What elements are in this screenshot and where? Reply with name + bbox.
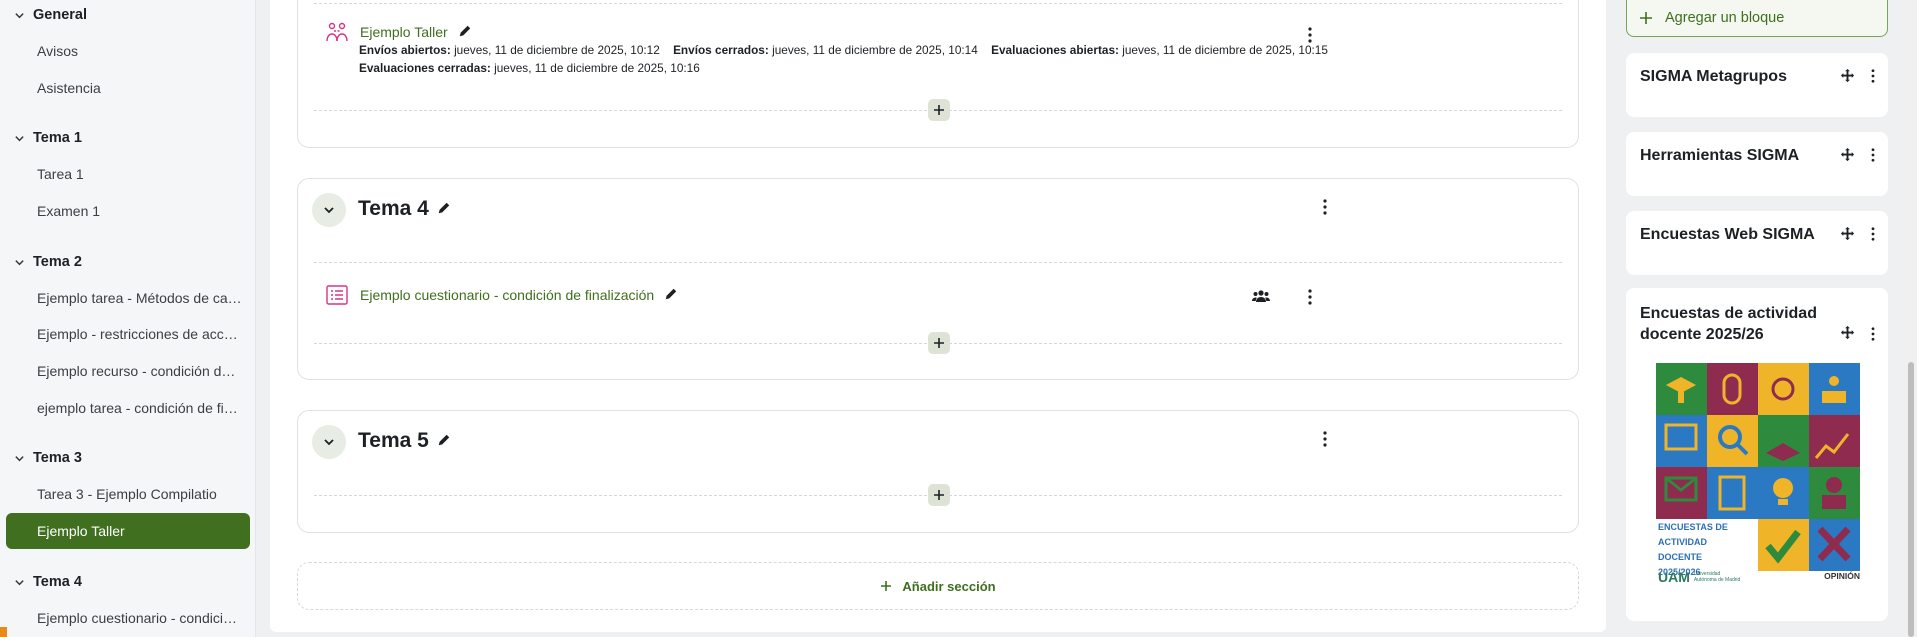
block-actions-menu-icon[interactable] [1864,223,1882,245]
course-index-item[interactable]: Ejemplo - restricciones de acceso [6,316,250,352]
page-scrollbar-thumb[interactable] [1908,362,1914,637]
course-index-item[interactable]: Ejemplo tarea - Métodos de calificación [6,280,250,316]
block-actions-menu-icon[interactable] [1864,323,1882,345]
block-herramientas-sigma: Herramientas SIGMA [1626,132,1888,196]
block-sigma-metagrupos: SIGMA Metagrupos [1626,53,1888,117]
move-icon[interactable] [1840,68,1856,84]
add-activity-button[interactable] [928,99,950,121]
edit-pencil-icon[interactable] [437,429,451,453]
block-actions-menu-icon[interactable] [1864,144,1882,166]
survey-poster-image[interactable]: ENCUESTAS DE ACTIVIDAD DOCENTE 2025/2026… [1656,363,1860,593]
chevron-down-icon[interactable] [14,133,25,144]
add-activity-button[interactable] [928,332,950,354]
edit-pencil-icon[interactable] [437,197,451,221]
activity-actions-menu-icon[interactable] [1301,24,1319,46]
block-title: Encuestas de actividad docente 2025/26 [1640,305,1817,343]
quiz-icon [324,282,350,308]
divider [314,262,1562,263]
course-index-item[interactable]: Avisos [6,33,250,69]
section-tema-4: Tema 4 Ejemplo cuestionario - condición … [297,178,1579,380]
edit-pencil-icon[interactable] [458,24,472,41]
course-index-item[interactable]: Tarea 1 [6,156,250,192]
section-title: Tema 5 [358,429,451,453]
drawer-corner-marker [0,627,7,637]
course-index-section-general[interactable]: General [14,4,87,26]
course-index-drawer: General Avisos Asistencia Tema 1 Tarea 1… [0,0,256,637]
course-index-item[interactable]: Asistencia [6,70,250,106]
course-index-section-tema-3[interactable]: Tema 3 [14,447,82,469]
move-icon[interactable] [1840,226,1856,242]
add-section-button[interactable]: Añadir sección [297,562,1579,610]
plus-icon [1640,12,1652,24]
course-index-item[interactable]: Ejemplo cuestionario - condición de fina… [6,600,250,636]
course-index-section-tema-4[interactable]: Tema 4 [14,571,82,593]
add-activity-button[interactable] [928,484,950,506]
chevron-down-icon[interactable] [14,10,25,21]
section-tema-3: Ejemplo Taller Envíos abiertos: jueves, … [297,0,1579,148]
move-icon[interactable] [1840,147,1856,163]
section-actions-menu-icon[interactable] [1316,428,1334,450]
course-index-item[interactable]: Ejemplo recurso - condición de finalizac… [6,353,250,389]
activity-actions-menu-icon[interactable] [1301,286,1319,308]
activity-ejemplo-cuestionario[interactable]: Ejemplo cuestionario - condición de fina… [324,282,678,308]
block-title: Encuestas Web SIGMA [1640,226,1815,243]
activity-dates: Envíos abiertos: jueves, 11 de diciembre… [359,43,1328,75]
opinion-logo: OPINIÓN [1824,571,1860,581]
plus-icon [881,581,892,591]
workshop-icon [324,19,350,45]
chevron-down-icon[interactable] [14,257,25,268]
add-block-button[interactable]: Agregar un bloque [1626,0,1888,37]
block-encuestas-web-sigma: Encuestas Web SIGMA [1626,211,1888,275]
chevron-down-icon[interactable] [14,453,25,464]
course-index-section-tema-2[interactable]: Tema 2 [14,251,82,273]
uam-logo: UAM Universidad Autónoma de Madrid [1658,569,1741,585]
move-icon[interactable] [1840,325,1856,341]
edit-pencil-icon[interactable] [664,287,678,304]
section-tema-5: Tema 5 [297,410,1579,533]
course-index-item[interactable]: ejemplo tarea - condición de finalizació… [6,390,250,426]
chevron-down-icon[interactable] [14,577,25,588]
divider [314,3,1562,4]
section-title: Tema 4 [358,197,451,221]
course-index-item[interactable]: Tarea 3 - Ejemplo Compilatio [6,476,250,512]
group-mode-icon[interactable] [1252,289,1272,305]
section-collapse-button[interactable] [312,425,346,459]
block-title: Herramientas SIGMA [1640,147,1800,164]
block-title: SIGMA Metagrupos [1640,68,1787,85]
section-collapse-button[interactable] [312,193,346,227]
block-encuestas-actividad-docente: Encuestas de actividad docente 2025/26 E… [1626,288,1888,621]
section-actions-menu-icon[interactable] [1316,196,1334,218]
course-index-item[interactable]: Examen 1 [6,193,250,229]
course-index-section-tema-1[interactable]: Tema 1 [14,127,82,149]
block-actions-menu-icon[interactable] [1864,65,1882,87]
course-index-item-active[interactable]: Ejemplo Taller [6,513,250,549]
